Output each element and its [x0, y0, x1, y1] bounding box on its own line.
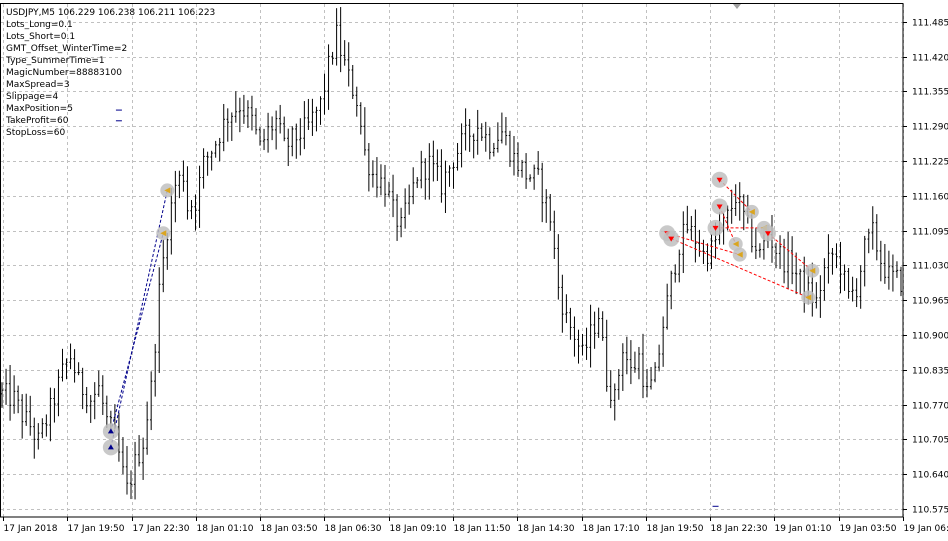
trade-markers	[103, 110, 819, 506]
symbol-header: USDJPY,M5 106.229 106.238 106.211 106.22…	[6, 8, 215, 18]
x-tick-label: 17 Jan 19:50	[68, 524, 125, 534]
x-tick-label: 17 Jan 22:30	[133, 524, 190, 534]
y-tick-label: 111.420	[912, 54, 948, 64]
info-parameter: Slippage=4	[6, 92, 58, 102]
grid	[1, 4, 904, 517]
y-tick-label: 111.030	[912, 262, 948, 272]
trade-lines	[111, 180, 812, 448]
x-tick-label: 19 Jan 01:10	[775, 524, 832, 534]
info-parameter: MaxPosition=5	[6, 104, 73, 114]
x-tick-label: 18 Jan 17:10	[583, 524, 640, 534]
x-tick-label: 18 Jan 09:10	[390, 524, 447, 534]
y-tick-label: 111.485	[912, 19, 948, 29]
x-tick-label: 18 Jan 11:50	[454, 524, 511, 534]
price-chart: 111.485 111.420 111.355 111.290 111.225 111.1…	[0, 0, 948, 537]
info-parameter: MagicNumber=88883100	[6, 68, 122, 78]
x-tick-label: 18 Jan 14:30	[518, 524, 575, 534]
info-parameter: Lots_Short=0.1	[6, 32, 75, 42]
x-tick-label: 18 Jan 22:30	[711, 524, 768, 534]
buy-trade-line	[111, 233, 163, 431]
x-tick-label: 18 Jan 01:10	[197, 524, 254, 534]
x-tick-label: 18 Jan 06:30	[325, 524, 382, 534]
x-tick-label: 19 Jan 06:30	[904, 524, 948, 534]
x-tick-label: 18 Jan 19:50	[647, 524, 704, 534]
y-tick-label: 110.965	[912, 297, 948, 307]
y-tick-label: 110.835	[912, 367, 948, 377]
y-tick-label: 110.640	[912, 471, 948, 481]
info-parameter: GMT_Offset_WinterTime=2	[6, 44, 127, 54]
y-tick-label: 110.900	[912, 332, 948, 342]
info-parameter: Type_SummerTime=1	[5, 56, 105, 66]
chart-shift-icon	[733, 4, 741, 9]
candles	[1, 7, 902, 499]
y-tick-label: 111.290	[912, 123, 948, 133]
y-tick-label: 111.225	[912, 158, 948, 168]
y-tick-label: 110.705	[912, 436, 948, 446]
info-parameter: StopLoss=60	[6, 128, 65, 138]
y-tick-label: 110.575	[912, 506, 948, 516]
y-tick-label: 111.160	[912, 193, 948, 203]
y-tick-label: 110.770	[912, 402, 948, 412]
x-tick-label: 19 Jan 03:50	[840, 524, 897, 534]
info-parameter: Lots_Long=0.1	[6, 20, 73, 30]
x-tick-label: 17 Jan 2018	[4, 524, 58, 534]
info-parameter: MaxSpread=3	[6, 80, 70, 90]
x-tick-label: 18 Jan 03:50	[261, 524, 318, 534]
chart-svg: 111.485 111.420 111.355 111.290 111.225 111.1…	[0, 0, 948, 537]
y-tick-label: 111.095	[912, 228, 948, 238]
info-panel: USDJPY,M5 106.229 106.238 106.211 106.22…	[5, 8, 215, 138]
info-parameter: TakeProfit=60	[5, 116, 69, 126]
y-tick-label: 111.355	[912, 88, 948, 98]
